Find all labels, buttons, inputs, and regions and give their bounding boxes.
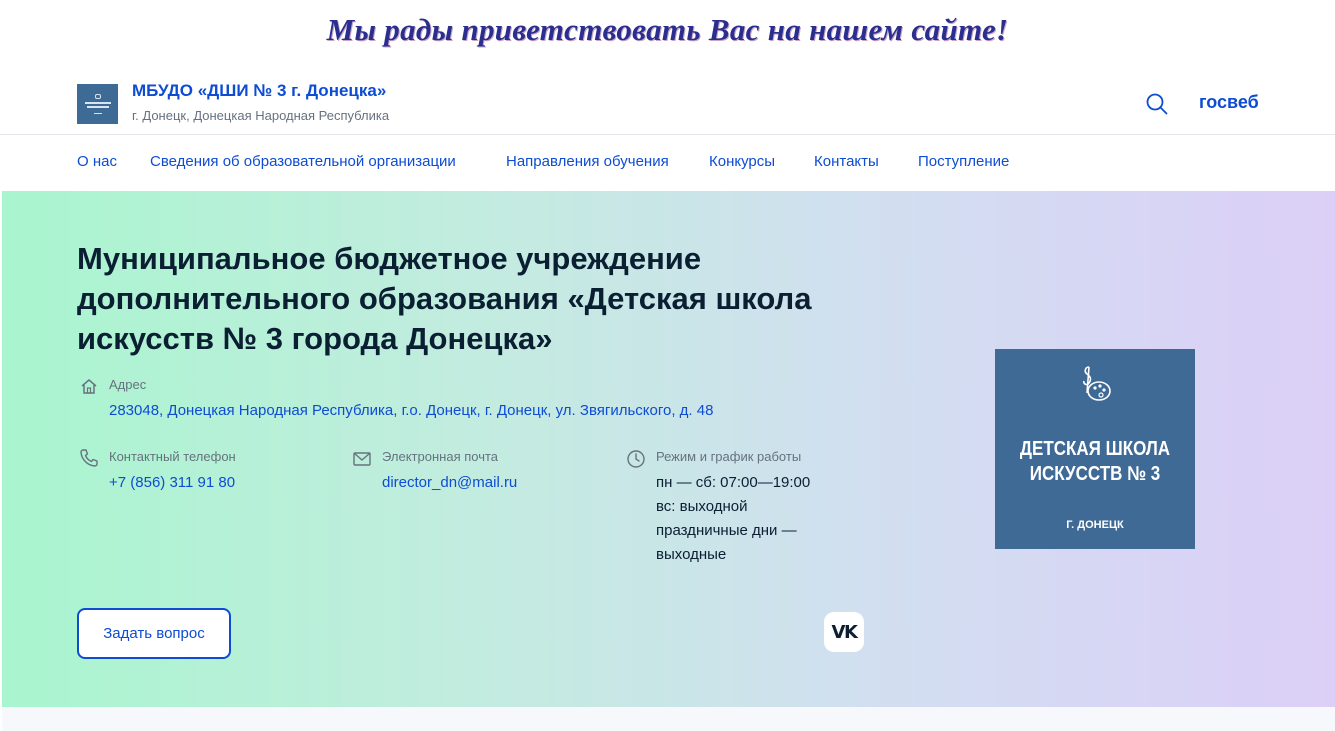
main-nav: О нас Сведения об образовательной органи…: [0, 136, 1335, 191]
music-palette-icon: [1083, 366, 1111, 401]
gosweb-link[interactable]: госвеб: [1199, 92, 1259, 113]
card-title-line: ДЕТСКАЯ ШКОЛА: [1019, 438, 1171, 460]
ask-question-button[interactable]: Задать вопрос: [77, 608, 231, 659]
phone-link[interactable]: +7 (856) 311 91 80: [109, 474, 235, 491]
card-title: ДЕТСКАЯ ШКОЛА ИСКУССТВ № 3: [1010, 437, 1180, 487]
vk-icon: VK: [831, 621, 858, 643]
card-subtitle: Г. ДОНЕЦК: [1066, 519, 1124, 531]
schedule-list: пн — сб: 07:00—19:00 вс: выходной праздн…: [656, 471, 810, 567]
address-link[interactable]: 283048, Донецкая Народная Республика, г.…: [109, 402, 713, 419]
mail-icon: [353, 452, 371, 466]
phone-icon: [80, 449, 98, 467]
nav-item-education[interactable]: Направления обучения: [506, 153, 669, 170]
phone-label: Контактный телефон: [109, 449, 236, 464]
nav-item-contacts[interactable]: Контакты: [814, 153, 879, 170]
vk-link[interactable]: VK: [824, 612, 864, 652]
schedule-line: пн — сб: 07:00—19:00: [656, 474, 811, 491]
site-header: МБУДО «ДШИ № 3 г. Донецка» г. Донецк, До…: [0, 70, 1335, 135]
nav-item-org-info[interactable]: Сведения об образовательной организации: [150, 153, 456, 170]
search-icon[interactable]: [1146, 93, 1168, 115]
welcome-banner: Мы рады приветствовать Вас на нашем сайт…: [326, 12, 1009, 47]
hero-section: Муниципальное бюджетное учреждение допол…: [2, 191, 1335, 707]
schedule-line: выходные: [656, 546, 727, 563]
nav-item-about[interactable]: О нас: [77, 153, 117, 170]
schedule-line: вс: выходной: [656, 498, 748, 515]
org-subtitle: г. Донецк, Донецкая Народная Республика: [132, 108, 390, 123]
card-title-line: ИСКУССТВ № 3: [1029, 463, 1161, 485]
org-name-link[interactable]: МБУДО «ДШИ № 3 г. Донецка»: [132, 81, 386, 101]
schedule-label: Режим и график работы: [656, 449, 802, 464]
schedule-line: праздничные дни —: [656, 522, 797, 539]
home-icon: [81, 379, 97, 394]
clock-icon: [627, 450, 645, 468]
nav-item-contests[interactable]: Конкурсы: [709, 153, 775, 170]
page-title: Муниципальное бюджетное учреждение допол…: [77, 241, 812, 356]
address-label: Адрес: [109, 377, 147, 392]
site-logo[interactable]: [77, 84, 118, 124]
email-label: Электронная почта: [382, 449, 499, 464]
content-start-band: [2, 707, 1335, 731]
email-link[interactable]: director_dn@mail.ru: [382, 474, 517, 491]
nav-item-admission[interactable]: Поступление: [918, 153, 1009, 170]
school-logo-card: ДЕТСКАЯ ШКОЛА ИСКУССТВ № 3 Г. ДОНЕЦК: [995, 349, 1195, 549]
